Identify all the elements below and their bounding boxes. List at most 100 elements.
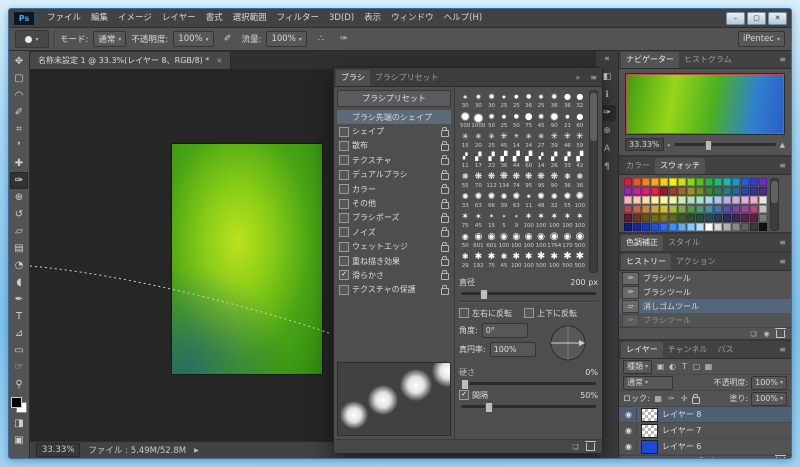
shape-tool[interactable]: ▭ (10, 342, 28, 359)
lock-position-icon[interactable]: ✛ (679, 394, 690, 404)
color-swatch[interactable] (714, 178, 722, 186)
color-swatch[interactable] (633, 214, 641, 222)
scrollbar[interactable] (770, 178, 779, 231)
color-swatch[interactable] (660, 178, 668, 186)
scrollbar[interactable] (589, 90, 598, 273)
new-layer-icon[interactable]: ❏ (763, 457, 770, 459)
color-swatch[interactable] (696, 196, 704, 204)
panel-menu-icon[interactable]: ≡ (774, 52, 791, 68)
brush-preset[interactable]: ✱ 500 (574, 250, 586, 270)
color-swatch[interactable] (741, 196, 749, 204)
menu-item[interactable]: ヘルプ(H) (439, 10, 488, 27)
checkbox-icon[interactable] (339, 212, 349, 223)
brush-option-row[interactable]: ブラシ先端のシェイプ (337, 110, 451, 125)
brush-option-row[interactable]: デュアルブラシ (337, 168, 451, 182)
color-swatch[interactable] (687, 214, 695, 222)
color-swatch[interactable] (714, 205, 722, 213)
layer-group-icon[interactable]: ▭ (750, 457, 757, 459)
panel-tab[interactable]: ナビゲーター (621, 52, 679, 68)
brush-preset[interactable]: ❋ 95 (523, 170, 535, 190)
color-swatch[interactable] (705, 214, 713, 222)
color-swatch[interactable] (723, 223, 731, 231)
panel-tab[interactable]: ブラシ (336, 70, 370, 86)
hand-tool[interactable]: ☞ (10, 359, 28, 376)
color-swatch[interactable] (642, 214, 650, 222)
color-swatch[interactable] (669, 205, 677, 213)
brush-preset[interactable]: ● 25 (535, 90, 547, 110)
brush-preset[interactable]: ✱ 100 (510, 250, 522, 270)
pen-tool[interactable]: ✒ (10, 291, 28, 308)
panel-tab[interactable]: ブラシプリセット (370, 70, 444, 86)
layer-visibility-icon[interactable]: ◉ (621, 408, 637, 421)
brush-preset-picker[interactable]: ▾ (15, 30, 49, 48)
eraser-tool[interactable]: ▱ (10, 223, 28, 240)
color-swatch[interactable] (624, 196, 632, 204)
brush-option-row[interactable]: 滑らかさ (337, 268, 451, 282)
color-swatch[interactable] (633, 187, 641, 195)
brush-preset[interactable]: ▞ 23 (485, 150, 497, 170)
slider-knob[interactable] (461, 379, 469, 390)
color-swatch[interactable] (750, 214, 758, 222)
quick-selection-tool[interactable]: ✐ (10, 104, 28, 121)
slider-knob[interactable] (479, 289, 488, 300)
color-swatch[interactable] (696, 223, 704, 231)
filter-shape-icon[interactable]: ▢ (691, 362, 702, 371)
brush-preset[interactable]: ✶ 100 (535, 210, 547, 230)
color-swatch[interactable] (750, 196, 758, 204)
color-swatch[interactable] (759, 196, 767, 204)
layer-row[interactable]: ◉ レイヤー 7 (619, 423, 791, 439)
delete-brush-icon[interactable] (585, 440, 596, 451)
roundness-input[interactable]: 100% (489, 342, 536, 357)
color-swatch[interactable] (642, 187, 650, 195)
flow-select[interactable]: 100% ▾ (266, 31, 307, 47)
brush-option-row[interactable]: カラー (337, 182, 451, 196)
blend-mode-select[interactable]: 通常 ▾ (623, 375, 673, 390)
brush-preset[interactable]: ◉ 100 (535, 230, 547, 250)
brush-option-row[interactable]: ノイズ (337, 225, 451, 239)
brush-preset[interactable]: ◉ 100 (523, 230, 535, 250)
panel-menu-icon[interactable]: ≡ (774, 158, 791, 174)
brush-preset[interactable]: ● 75 (523, 110, 535, 130)
brush-preset[interactable]: ✶ 45 (471, 210, 485, 230)
brush-preset[interactable]: ● 21 (561, 110, 573, 130)
history-brush-tool[interactable]: ↺ (10, 206, 28, 223)
minimize-button[interactable]: – (726, 11, 745, 25)
brush-preset[interactable]: ❋ 95 (535, 170, 547, 190)
color-swatch[interactable] (669, 223, 677, 231)
menu-item[interactable]: フィルター (272, 10, 324, 27)
status-menu-arrow-icon[interactable]: ▶ (194, 447, 199, 454)
color-swatch[interactable] (696, 187, 704, 195)
panel-tab[interactable]: パス (713, 342, 739, 358)
opacity-select[interactable]: 100% ▾ (173, 31, 214, 47)
foreground-color-swatch[interactable] (11, 397, 22, 408)
color-swatch[interactable] (678, 223, 686, 231)
color-swatch[interactable] (651, 178, 659, 186)
pressure-opacity-icon[interactable]: ✐ (219, 31, 237, 48)
brush-preset[interactable]: ✳ 14 (510, 130, 522, 150)
flip-y-checkbox[interactable]: 上下に反転 (524, 308, 577, 319)
color-swatch[interactable] (759, 223, 767, 231)
brush-preset[interactable]: ❋ 70 (471, 170, 485, 190)
color-swatch[interactable] (732, 196, 740, 204)
brush-option-row[interactable]: 重ね描き効果 (337, 254, 451, 268)
eyedropper-tool[interactable]: ❜ (10, 138, 28, 155)
checkbox-icon[interactable] (339, 256, 349, 267)
diameter-value[interactable]: 200 px (570, 278, 598, 287)
brush-preset[interactable]: ✶ 100 (561, 210, 573, 230)
color-swatch[interactable] (714, 214, 722, 222)
color-swatch[interactable] (741, 214, 749, 222)
diameter-slider[interactable] (461, 289, 596, 300)
layer-visibility-icon[interactable]: ◉ (621, 440, 637, 453)
brush-preset[interactable]: ✺ 48 (535, 190, 547, 210)
brush-preset[interactable]: ✱ 192 (471, 250, 485, 270)
brush-preset[interactable]: ✳ 45 (498, 130, 510, 150)
color-swatch[interactable] (705, 187, 713, 195)
brush-preset[interactable]: ◉ 1764 (547, 230, 561, 250)
pressure-size-icon[interactable]: ✑ (335, 31, 353, 48)
panel-tab[interactable]: チャンネル (663, 342, 713, 358)
checkbox-icon[interactable] (339, 140, 349, 151)
color-swatch[interactable] (687, 178, 695, 186)
brush-preset[interactable]: ● 90 (547, 110, 561, 130)
delete-layer-icon[interactable] (775, 454, 786, 458)
color-swatch[interactable] (651, 187, 659, 195)
